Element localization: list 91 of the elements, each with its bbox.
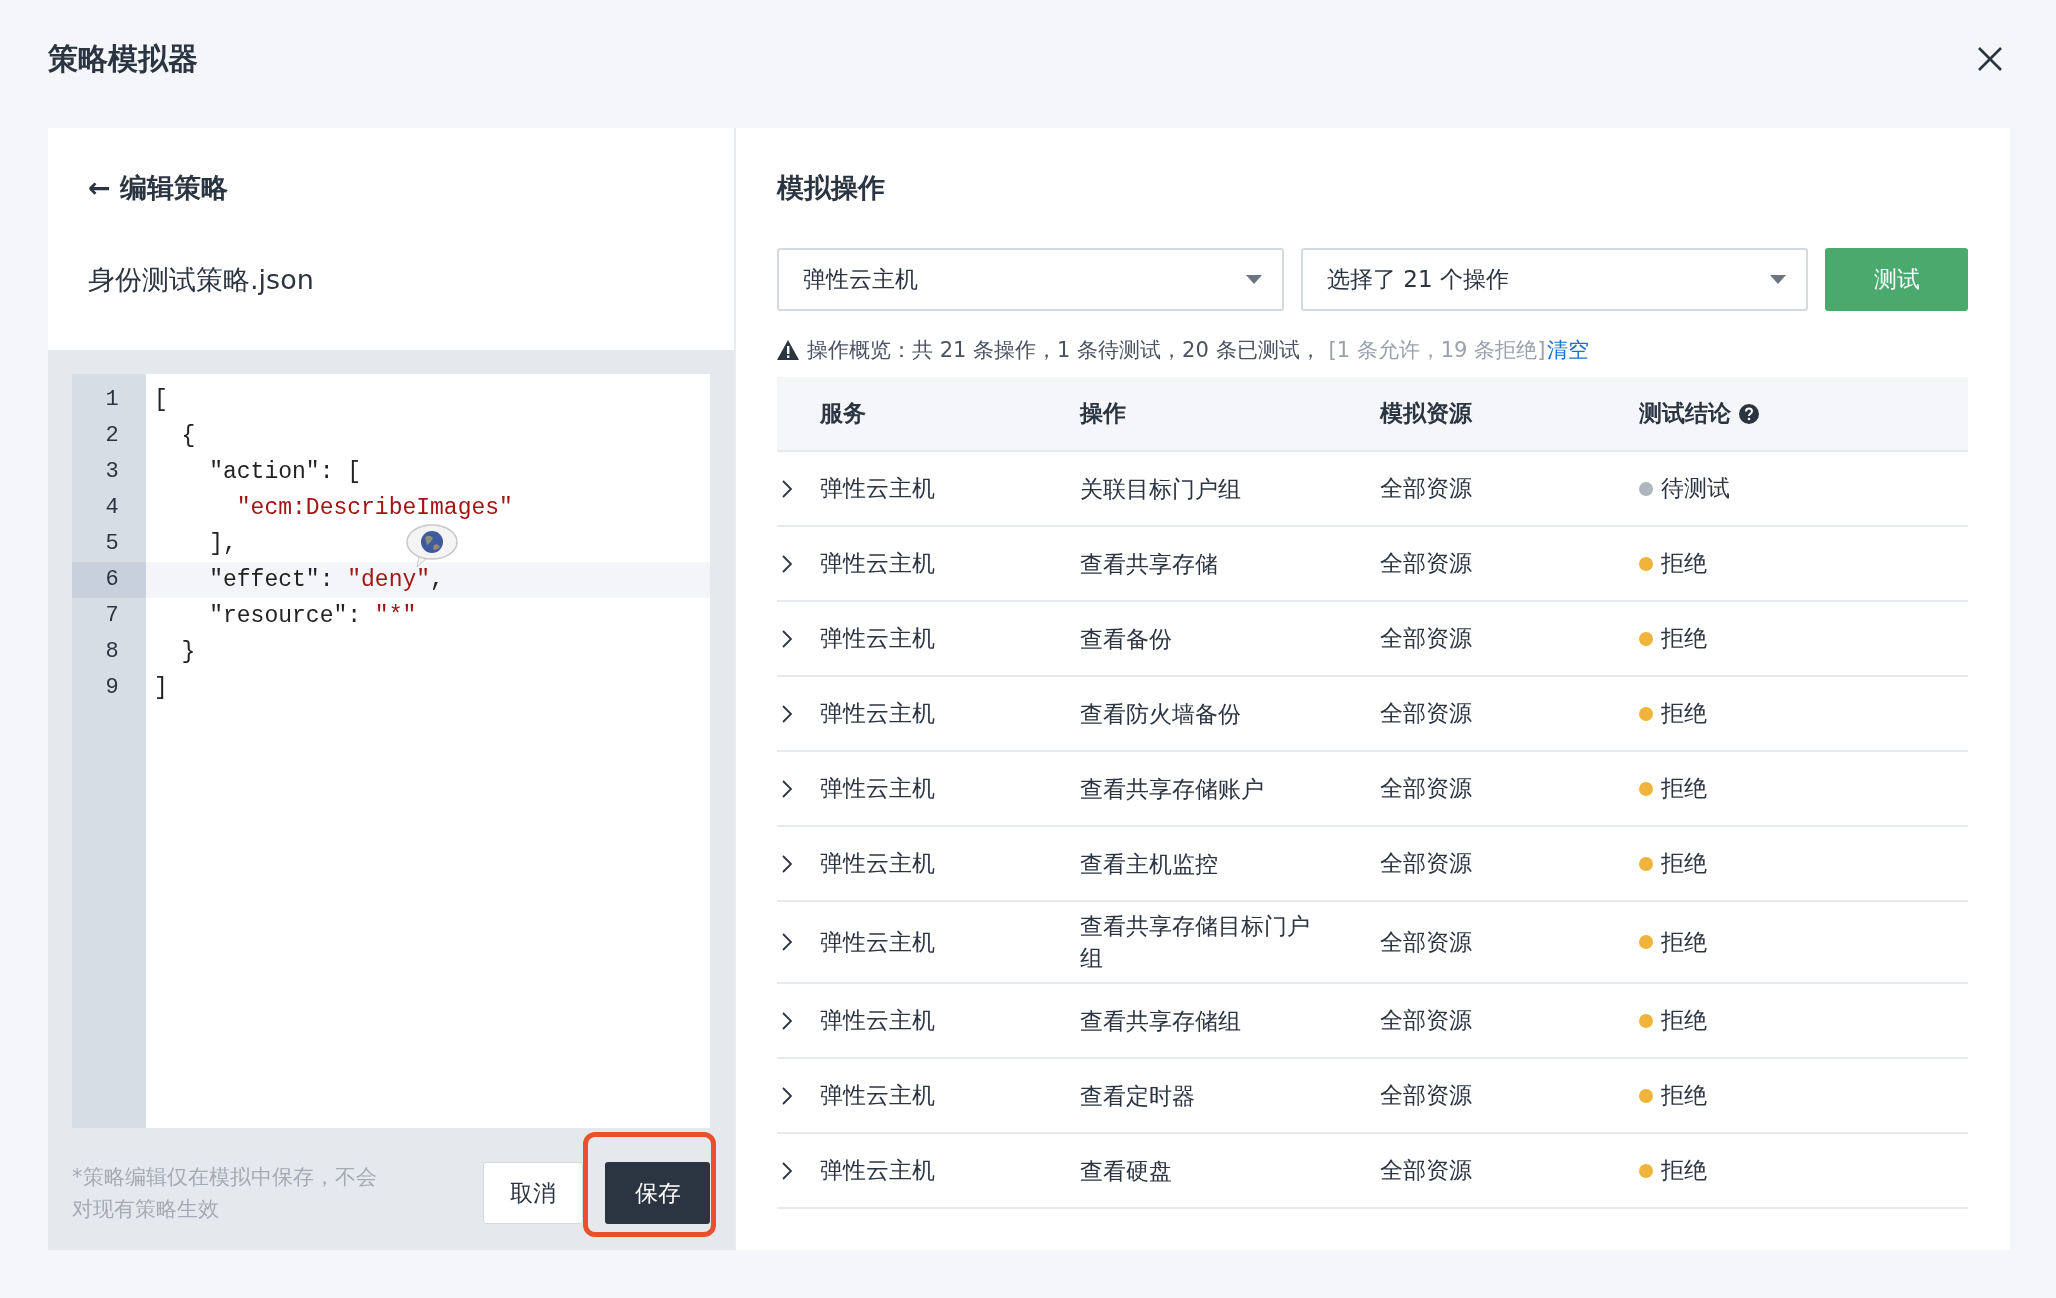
caret-icon — [1246, 275, 1262, 284]
table-cell: 全部资源 — [1380, 1157, 1472, 1183]
line-number: 6 — [72, 562, 146, 598]
status-text: 拒绝 — [1661, 1156, 1707, 1185]
table-cell: 弹性云主机 — [820, 1007, 935, 1033]
column-header: 测试结论 — [1639, 399, 1731, 428]
table-cell: 全部资源 — [1380, 775, 1472, 801]
summary-detail: [1 条允许，19 条拒绝] — [1328, 337, 1546, 364]
chevron-right-icon[interactable] — [782, 779, 792, 798]
table-cell-text: 关联目标门户组 — [1080, 474, 1241, 504]
code-editor[interactable]: 1 2 3 4 5 6 7 8 9 [ { "action": [ "ecm:DescribeImages" ], "effect": "deny", "resource": "*" } ] — [72, 374, 710, 1128]
column-header: 操作 — [1080, 399, 1126, 428]
table-cell: 弹性云主机 — [820, 550, 935, 576]
table-cell: 全部资源 — [1380, 625, 1472, 651]
line-number: 9 — [104, 674, 120, 702]
status-text: 待测试 — [1661, 474, 1730, 503]
table-cell: 弹性云主机 — [820, 850, 935, 876]
table-cell: 全部资源 — [1380, 700, 1472, 726]
table-cell: 弹性云主机 — [820, 1157, 935, 1183]
help-icon — [1739, 403, 1759, 424]
back-link[interactable]: ← 编辑策略 — [88, 169, 229, 207]
code-line: ] — [154, 675, 168, 701]
table-cell-text: 查看共享存储目标门户组 — [1080, 912, 1311, 973]
caret-icon — [1770, 275, 1786, 284]
table-cell-text: 查看备份 — [1080, 624, 1172, 654]
table-cell-text: 查看共享存储 — [1080, 549, 1218, 579]
chevron-right-icon[interactable] — [782, 1161, 792, 1180]
table-cell-text: 查看共享存储账户 — [1080, 774, 1264, 804]
chevron-right-icon[interactable] — [782, 1011, 792, 1030]
code-line: "ecm:DescribeImages" — [235, 495, 513, 521]
status-text: 拒绝 — [1661, 624, 1707, 653]
column-header: 服务 — [820, 399, 866, 428]
status-text: 拒绝 — [1661, 699, 1707, 728]
table-cell: 全部资源 — [1380, 850, 1472, 876]
line-number: 3 — [104, 458, 120, 486]
file-name: 身份测试策略.json — [88, 263, 314, 297]
table-cell: 弹性云主机 — [820, 625, 935, 651]
column-header: 模拟资源 — [1380, 399, 1472, 428]
service-select[interactable]: 弹性云主机 — [777, 248, 1284, 311]
chevron-right-icon[interactable] — [782, 704, 792, 723]
table-cell: 弹性云主机 — [820, 475, 935, 501]
close-icon[interactable] — [1977, 46, 2003, 72]
table-cell-text: 查看共享存储组 — [1080, 1006, 1241, 1036]
dialog-title: 策略模拟器 — [48, 39, 198, 78]
table-cell: 全部资源 — [1380, 550, 1472, 576]
table-cell: 全部资源 — [1380, 928, 1472, 955]
table-cell-text: 查看定时器 — [1080, 1081, 1195, 1111]
chevron-right-icon[interactable] — [782, 854, 792, 873]
table-cell-text: 查看防火墙备份 — [1080, 699, 1241, 729]
line-number: 4 — [104, 494, 120, 522]
cancel-button[interactable]: 取消 — [483, 1162, 583, 1224]
section-heading: 模拟操作 — [777, 171, 886, 205]
line-number: 5 — [104, 530, 120, 558]
line-number: 2 — [104, 422, 120, 450]
table-cell: 全部资源 — [1380, 1082, 1472, 1108]
globe-bubble-icon — [405, 523, 459, 569]
table-cell: 弹性云主机 — [820, 700, 935, 726]
line-number: 1 — [104, 386, 120, 414]
status-text: 拒绝 — [1661, 1081, 1707, 1110]
table-cell: 弹性云主机 — [820, 1082, 935, 1108]
chevron-right-icon[interactable] — [782, 933, 792, 951]
chevron-right-icon[interactable] — [782, 1086, 792, 1105]
chevron-right-icon[interactable] — [782, 479, 792, 498]
code-line: ], — [208, 531, 237, 557]
chevron-right-icon[interactable] — [782, 629, 792, 648]
line-number: 7 — [104, 602, 120, 630]
table-cell: 弹性云主机 — [820, 928, 935, 955]
status-text: 拒绝 — [1661, 774, 1707, 803]
clear-link[interactable]: 清空 — [1547, 336, 1590, 364]
warning-icon — [777, 340, 799, 360]
code-line: "resource": "*" — [208, 603, 417, 629]
code-line: "action": [ — [208, 459, 362, 485]
summary-text: 操作概览：共 21 条操作，1 条待测试，20 条已测试， — [807, 337, 1321, 364]
status-text: 拒绝 — [1661, 549, 1707, 578]
code-line: } — [180, 639, 196, 665]
save-button[interactable]: 保存 — [605, 1162, 710, 1224]
table-cell-text: 查看硬盘 — [1080, 1156, 1172, 1186]
table-cell: 弹性云主机 — [820, 775, 935, 801]
status-text: 拒绝 — [1661, 927, 1707, 957]
table-cell: 全部资源 — [1380, 1007, 1472, 1033]
code-line: { — [180, 423, 196, 449]
code-line: "effect": "deny", — [208, 567, 444, 593]
save-note: *策略编辑仅在模拟中保存，不会对现有策略生效 — [72, 1164, 378, 1223]
table-cell-text: 查看主机监控 — [1080, 849, 1218, 879]
code-line: [ — [154, 387, 168, 413]
chevron-right-icon[interactable] — [782, 554, 792, 573]
status-text: 拒绝 — [1661, 1006, 1707, 1035]
action-select[interactable]: 选择了 21 个操作 — [1301, 248, 1808, 311]
line-number: 8 — [104, 638, 120, 666]
status-text: 拒绝 — [1661, 849, 1707, 878]
table-cell: 全部资源 — [1380, 475, 1472, 501]
